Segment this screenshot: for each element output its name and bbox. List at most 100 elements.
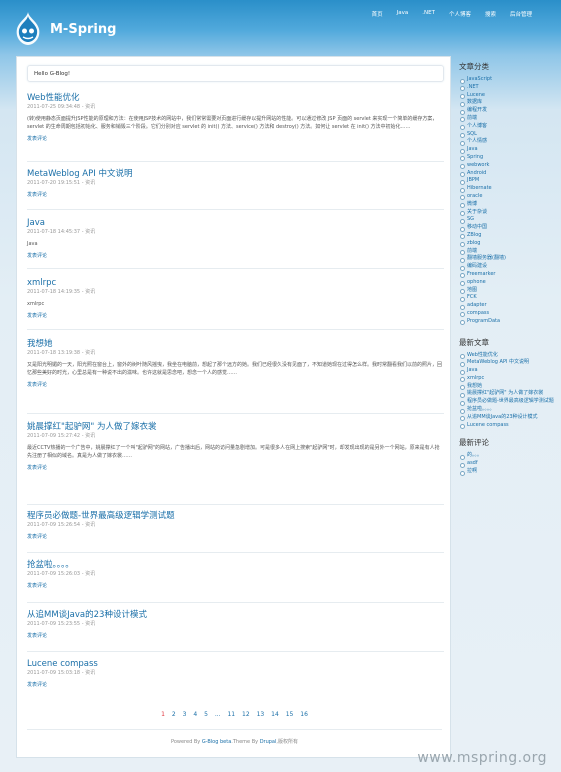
post-title[interactable]: 程序员必做题-世界最高级逻辑学测试题: [27, 511, 444, 522]
recent-post-link[interactable]: Java: [459, 367, 555, 375]
recent-comment-link[interactable]: 的。。。: [459, 452, 555, 460]
post-title[interactable]: 从追MM谈Java的23种设计模式: [27, 610, 444, 621]
top-nav: 首页 Java .NET 个人博客 搜索 后台管理: [365, 10, 539, 18]
category-link[interactable]: SG: [459, 216, 555, 224]
post-comment-link[interactable]: 发表评论: [27, 313, 444, 320]
nav-home[interactable]: 首页: [365, 10, 390, 18]
post-title[interactable]: 抢盆啦。。。。: [27, 560, 444, 571]
post-item: Web性能优化 2011-07-25 09:34:48 - 资讯 (转)使用静态…: [27, 93, 444, 143]
recent-posts-list: Web性能优化 MetaWeblog API 中文说明 Java xmlrpc 我想她姚…: [459, 352, 555, 430]
page-link[interactable]: 13: [254, 711, 267, 718]
page-link[interactable]: 2: [169, 711, 178, 718]
pagination: 1 2 3 4 5 ... 11 12 13 14 15 16: [17, 711, 452, 718]
category-link[interactable]: webwork: [459, 162, 555, 170]
recent-post-link[interactable]: Lucene compass: [459, 422, 555, 430]
category-link[interactable]: Freemarker: [459, 271, 555, 279]
recent-post-link[interactable]: MetaWeblog API 中文说明: [459, 359, 555, 367]
category-link[interactable]: JavaScript: [459, 76, 555, 84]
category-link[interactable]: ProgramData: [459, 318, 555, 326]
post-divider: [27, 329, 444, 330]
page-link[interactable]: 12: [240, 711, 253, 718]
post-divider: [27, 413, 444, 414]
category-link[interactable]: 移动中国: [459, 224, 555, 232]
category-link[interactable]: ophone: [459, 279, 555, 287]
post-title[interactable]: xmlrpc: [27, 278, 444, 289]
post-meta: 2011-07-18 14:19:35 - 资讯: [27, 289, 96, 295]
category-link[interactable]: FCK: [459, 294, 555, 302]
post-comment-link[interactable]: 发表评论: [27, 136, 444, 143]
page-link[interactable]: 15: [283, 711, 296, 718]
post-item: 程序员必做题-世界最高级逻辑学测试题 2011-07-09 15:26:54 -…: [27, 511, 444, 541]
recent-post-link[interactable]: 抢盆啦。。。。: [459, 406, 555, 414]
nav-search[interactable]: 搜索: [478, 10, 503, 18]
post-comment-link[interactable]: 发表评论: [27, 534, 444, 541]
category-link[interactable]: adapter: [459, 302, 555, 310]
recent-comment-link[interactable]: 拉啊: [459, 468, 555, 476]
category-link[interactable]: oracle: [459, 193, 555, 201]
category-link[interactable]: ZBlog: [459, 232, 555, 240]
post-excerpt: (转)使用静态页面提升JSP性能的原理和方法：在使用JSP技术的网站中，我们常常…: [27, 116, 438, 130]
category-link[interactable]: 微博: [459, 201, 555, 209]
category-link[interactable]: 翻墙服务器(翻墙): [459, 255, 555, 263]
post-item: 从追MM谈Java的23种设计模式 2011-07-09 15:23:55 - …: [27, 610, 444, 640]
post-item: 抢盆啦。。。。 2011-07-09 15:26:03 - 资讯 发表评论: [27, 560, 444, 590]
post-comment-link[interactable]: 发表评论: [27, 682, 444, 689]
post-meta: 2011-07-09 15:27:42 - 资讯: [27, 433, 96, 439]
post-title[interactable]: Java: [27, 218, 444, 229]
post-title[interactable]: Web性能优化: [27, 93, 444, 104]
nav-personal-blog[interactable]: 个人博客: [442, 10, 478, 18]
page-link[interactable]: 3: [180, 711, 189, 718]
recent-post-link[interactable]: 程序员必做题-世界最高级逻辑学测试题: [459, 398, 555, 406]
category-link[interactable]: Java: [459, 146, 555, 154]
category-link[interactable]: 前端: [459, 115, 555, 123]
post-comment-link[interactable]: 发表评论: [27, 253, 444, 260]
recent-post-link[interactable]: 从追MM谈Java的23种设计模式: [459, 414, 555, 422]
page-link[interactable]: 16: [298, 711, 311, 718]
category-link[interactable]: compass: [459, 310, 555, 318]
category-link[interactable]: 编码建设: [459, 263, 555, 271]
post-item: Java 2011-07-18 14:45:37 - 资讯 Java 发表评论: [27, 218, 444, 260]
post-comment-link[interactable]: 发表评论: [27, 633, 444, 640]
category-link[interactable]: Hibernate: [459, 185, 555, 193]
page-link[interactable]: 4: [191, 711, 200, 718]
category-link[interactable]: 编程开发: [459, 107, 555, 115]
category-link[interactable]: 个人情感: [459, 138, 555, 146]
drupal-logo-icon[interactable]: [15, 12, 41, 45]
recent-comments-list: 的。。。 asdf 拉啊: [459, 452, 555, 476]
page-link[interactable]: 5: [202, 711, 211, 718]
post-excerpt: 最近CCTV热播的一个广告中，姚晨撑红了一个叫"起驴网"的网站，广告播出后，网站…: [27, 445, 440, 459]
footer-gblog-link[interactable]: G-Blog beta: [202, 739, 231, 745]
recent-comments-title: 最新评论: [459, 438, 489, 448]
nav-java[interactable]: Java: [390, 10, 416, 18]
post-title[interactable]: MetaWeblog API 中文说明: [27, 169, 444, 180]
footer-powered: Powered By: [171, 739, 201, 745]
page-link[interactable]: 11: [225, 711, 238, 718]
sidebar: 文章分类 JavaScript .NET Lucene 数据库 编程开发 前端 个人博客 SQ…: [459, 62, 555, 476]
nav-dotnet[interactable]: .NET: [415, 10, 442, 18]
footer-drupal-link[interactable]: Drupal: [260, 739, 277, 745]
category-link[interactable]: 地图: [459, 287, 555, 295]
recent-comment-link[interactable]: asdf: [459, 460, 555, 468]
category-link[interactable]: 关于杂谈: [459, 209, 555, 217]
category-link[interactable]: Android: [459, 170, 555, 178]
post-meta: 2011-07-18 13:19:38 - 资讯: [27, 350, 96, 356]
nav-admin[interactable]: 后台管理: [503, 10, 539, 18]
post-comment-link[interactable]: 发表评论: [27, 192, 444, 199]
category-link[interactable]: 个人博客: [459, 123, 555, 131]
post-title[interactable]: 姚晨撑红"起驴网" 为人做了嫁衣裳: [27, 422, 444, 433]
post-title[interactable]: Lucene compass: [27, 659, 444, 670]
category-link[interactable]: .NET: [459, 84, 555, 92]
category-link[interactable]: Spring: [459, 154, 555, 162]
post-title[interactable]: 我想她: [27, 339, 444, 350]
post-excerpt: xmlrpc: [27, 301, 45, 307]
recent-posts-title: 最新文章: [459, 337, 489, 347]
post-comment-link[interactable]: 发表评论: [27, 465, 444, 472]
category-link[interactable]: zblog: [459, 240, 555, 248]
post-comment-link[interactable]: 发表评论: [27, 382, 444, 389]
site-title[interactable]: M-Spring: [50, 22, 116, 37]
category-link[interactable]: JBPM: [459, 177, 555, 185]
page-link[interactable]: 14: [269, 711, 282, 718]
post-comment-link[interactable]: 发表评论: [27, 583, 444, 590]
footer-rights: ,版权所有: [276, 739, 298, 745]
recent-post-link[interactable]: xmlrpc: [459, 375, 555, 383]
